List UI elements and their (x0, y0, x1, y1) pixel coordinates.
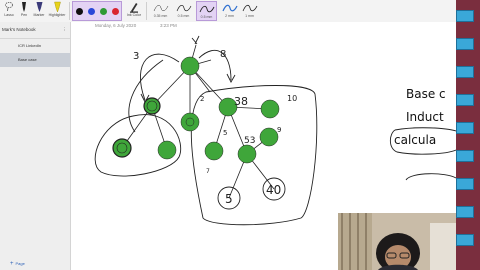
pen-preset-4[interactable]: 2 mm (219, 1, 240, 21)
stroke-preview-icon (242, 4, 257, 12)
color-swatch-green[interactable] (100, 8, 107, 15)
notebook-sidebar: Mark's Notebook ⋮ ICR LinkedIn Base case… (0, 22, 71, 270)
handwritten-number: 38 (234, 95, 248, 108)
ribbon-divider (69, 2, 70, 20)
lasso-tool-label: Lasso (4, 13, 14, 17)
leaf-value: 40 (266, 183, 281, 197)
pen-preset-2[interactable]: 0.5 mm (173, 1, 194, 21)
stroke-preview-icon (199, 5, 214, 13)
ink-color-group (72, 1, 122, 21)
webcam-overlay (338, 213, 456, 270)
tree-node (180, 112, 200, 132)
pen-preset-label: 0.5 mm (200, 15, 213, 19)
color-swatch-black[interactable] (76, 8, 83, 15)
pen-preset-label: 0.35 mm (153, 14, 168, 18)
marker-tool-button[interactable]: Marker (31, 1, 47, 21)
marker-icon (36, 2, 42, 12)
desktop-icon[interactable] (456, 178, 474, 190)
ink-color-button[interactable]: Ink Color (124, 1, 144, 21)
pen-tool-button[interactable]: Pen (17, 1, 31, 21)
handwritten-number: 2 (200, 95, 204, 103)
note-line-induction: Induct (406, 110, 444, 124)
stroke-preview-icon (176, 4, 191, 12)
pen-preset-1[interactable]: 0.35 mm (150, 1, 171, 21)
tree-nodes (112, 56, 286, 210)
notebook-header[interactable]: Mark's Notebook ⋮ (0, 22, 70, 39)
desktop-icon[interactable] (456, 66, 474, 78)
handwritten-number: 7 (206, 168, 210, 175)
ink-circle-calculate (389, 127, 456, 155)
color-swatch-red[interactable] (112, 8, 119, 15)
handwritten-number: 8 (220, 49, 226, 60)
handwritten-number: 10 (287, 94, 297, 103)
leaf-value: 5 (225, 192, 233, 206)
highlighter-tool-label: Highlighter (48, 13, 66, 17)
pen-tool-label: Pen (20, 13, 28, 17)
handwritten-number: 9 (277, 126, 281, 134)
ribbon-divider (146, 2, 147, 20)
marker-tool-label: Marker (33, 13, 45, 17)
plus-icon: + (10, 261, 14, 267)
highlighter-icon (53, 1, 61, 13)
tree-node-root (180, 56, 200, 76)
lasso-tool-button[interactable]: Lasso (1, 1, 17, 21)
tree-node (260, 99, 280, 119)
desktop-background-strip (456, 0, 480, 270)
pen-icon (22, 2, 26, 12)
stroke-preview-icon (153, 5, 168, 12)
lasso-icon (5, 2, 13, 12)
page-item-icr-linkedin[interactable]: ICR LinkedIn (0, 39, 70, 53)
desktop-icon[interactable] (456, 234, 474, 246)
desktop-icon[interactable] (456, 206, 474, 218)
pen-preset-label: 0.5 mm (177, 14, 190, 18)
note-line-base-case: Base c (406, 87, 446, 101)
pen-preset-label: 2 mm (225, 14, 234, 18)
tree-node (237, 144, 257, 164)
tree-node (143, 97, 161, 115)
page-item-base-case[interactable]: Base case (0, 53, 70, 67)
pen-preset-5[interactable]: 1 mm (239, 1, 260, 21)
handwritten-numbers: 3 8 2 38 10 5 9 53 7 5 40 (133, 49, 297, 206)
pen-preset-label: 1 mm (245, 14, 254, 18)
notebook-title: Mark's Notebook (2, 27, 36, 32)
add-page-label: Page (15, 261, 25, 267)
desktop-icon[interactable] (456, 94, 474, 106)
ink-color-icon (130, 3, 138, 13)
tree-node (112, 138, 132, 158)
presenter-video (338, 213, 456, 270)
more-options-icon[interactable]: ⋮ (63, 22, 68, 38)
desktop-icon[interactable] (456, 10, 474, 22)
handwritten-number: 5 (223, 129, 227, 137)
desktop-icon[interactable] (456, 150, 474, 162)
tree-node (204, 141, 224, 161)
stroke-preview-icon (221, 4, 238, 12)
handwritten-number: 53 (244, 136, 255, 146)
tree-node (157, 140, 177, 160)
color-swatch-blue[interactable] (88, 8, 95, 15)
add-page-button[interactable]: + Page (10, 261, 25, 267)
tree-node (259, 127, 279, 147)
pen-preset-3-selected[interactable]: 0.5 mm (196, 1, 217, 21)
ink-color-label: Ink Color (126, 13, 141, 17)
desktop-icon[interactable] (456, 38, 474, 50)
ribbon-toolbar: Lasso Pen Marker Highlighter Ink Color 0… (0, 0, 456, 23)
highlighter-tool-button[interactable]: Highlighter (47, 1, 67, 21)
handwritten-number: 3 (133, 51, 139, 62)
desktop-icon[interactable] (456, 122, 474, 134)
